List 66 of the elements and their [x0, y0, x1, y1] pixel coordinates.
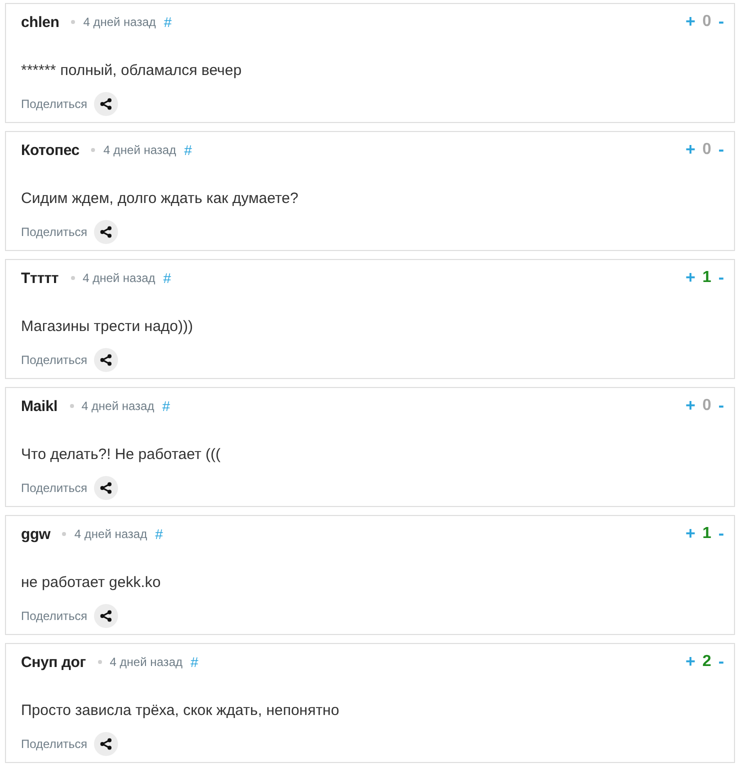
- comment-time: 4 дней назад: [82, 271, 156, 285]
- rating-score: 0: [702, 396, 712, 416]
- upvote-button[interactable]: +: [685, 268, 696, 288]
- permalink-link[interactable]: #: [164, 14, 172, 30]
- comment-text: ****** полный, обламался вечер: [21, 61, 243, 81]
- separator-dot-icon: [91, 148, 96, 152]
- comment-time: 4 дней назад: [82, 399, 154, 413]
- comment-author[interactable]: chlen: [21, 14, 60, 30]
- share-button[interactable]: [94, 476, 118, 500]
- separator-dot-icon: [70, 276, 75, 280]
- share-label: Поделиться: [21, 609, 88, 623]
- comment-author[interactable]: Котопес: [21, 142, 80, 158]
- share-icon: [100, 738, 112, 750]
- comment-text: Сидим ждем, долго ждать как думаете?: [21, 189, 300, 209]
- rating-score: 1: [702, 524, 712, 544]
- comment-text: Просто зависла трёха, скок ждать, непонятно: [21, 701, 340, 721]
- upvote-button[interactable]: +: [685, 12, 696, 32]
- rating-score: 0: [702, 12, 712, 32]
- upvote-button[interactable]: +: [685, 524, 696, 544]
- separator-dot-icon: [70, 404, 74, 408]
- comment-author[interactable]: ggw: [21, 526, 50, 542]
- share-button[interactable]: [94, 220, 118, 244]
- share-icon: [100, 98, 112, 110]
- downvote-button[interactable]: -: [718, 396, 724, 416]
- share-label: Поделиться: [21, 97, 88, 111]
- permalink-link[interactable]: #: [184, 142, 192, 158]
- share-label: Поделиться: [21, 225, 88, 239]
- share-label: Поделиться: [21, 481, 88, 495]
- permalink-link[interactable]: #: [162, 398, 170, 414]
- share-button[interactable]: [94, 732, 118, 756]
- share-button[interactable]: [94, 348, 118, 372]
- comment-time: 4 дней назад: [74, 527, 148, 541]
- separator-dot-icon: [62, 532, 66, 536]
- share-icon: [100, 482, 112, 494]
- downvote-button[interactable]: -: [718, 268, 724, 288]
- separator-dot-icon: [71, 20, 76, 24]
- share-label: Поделиться: [21, 353, 88, 367]
- permalink-link[interactable]: #: [163, 270, 172, 286]
- comment-time: 4 дней назад: [83, 15, 156, 29]
- share-icon: [100, 226, 112, 238]
- downvote-button[interactable]: -: [718, 12, 724, 32]
- comment-author[interactable]: Ттттт: [21, 270, 59, 286]
- share-button[interactable]: [94, 604, 118, 628]
- upvote-button[interactable]: +: [685, 396, 696, 416]
- comment-time: 4 дней назад: [103, 143, 176, 157]
- comment-text: Что делать?! Не работает (((: [21, 445, 222, 465]
- share-icon: [100, 354, 112, 366]
- rating-score: 0: [702, 140, 712, 160]
- permalink-link[interactable]: #: [190, 654, 198, 670]
- rating-score: 1: [702, 268, 712, 288]
- rating-score: 2: [702, 652, 712, 672]
- permalink-link[interactable]: #: [155, 526, 163, 542]
- share-icon: [100, 610, 112, 622]
- upvote-button[interactable]: +: [685, 652, 696, 672]
- downvote-button[interactable]: -: [718, 652, 724, 672]
- comment-text: не работает gekk.ko: [21, 573, 162, 593]
- comment-author[interactable]: Снуп дог: [21, 654, 86, 670]
- share-label: Поделиться: [21, 737, 88, 751]
- downvote-button[interactable]: -: [718, 524, 724, 544]
- downvote-button[interactable]: -: [718, 140, 724, 160]
- comment-time: 4 дней назад: [110, 655, 182, 669]
- comment-text: Магазины трести надо))): [21, 317, 194, 337]
- separator-dot-icon: [98, 660, 102, 664]
- upvote-button[interactable]: +: [685, 140, 696, 160]
- comment-author[interactable]: Maikl: [21, 398, 58, 414]
- share-button[interactable]: [94, 92, 118, 116]
